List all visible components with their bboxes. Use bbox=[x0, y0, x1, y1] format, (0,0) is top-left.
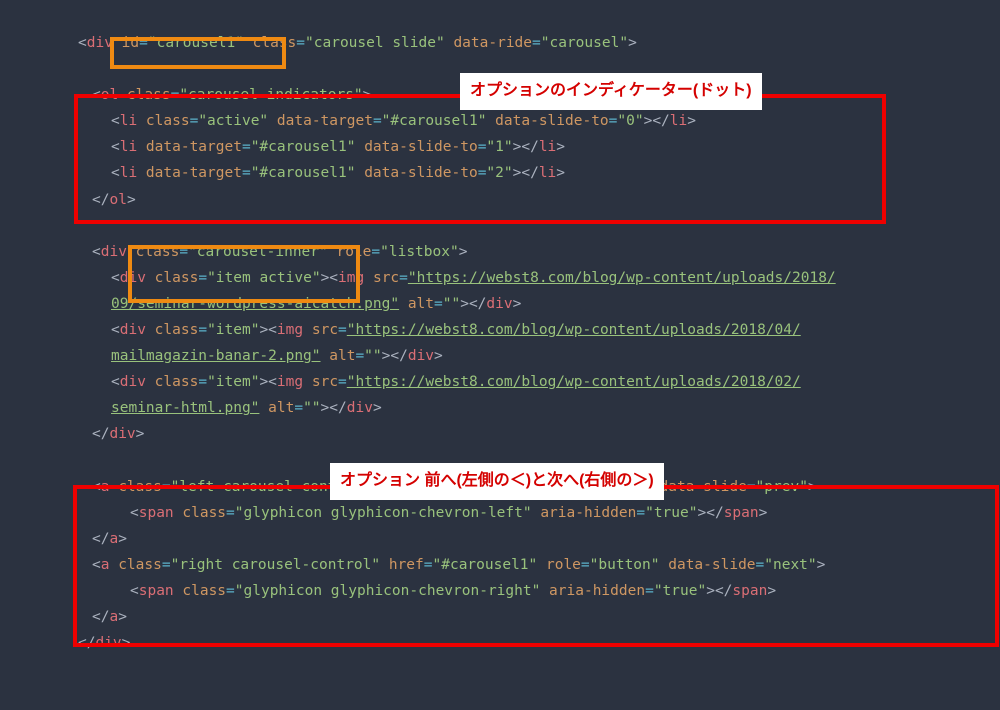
string: "item" bbox=[207, 322, 259, 338]
highlight-box-controls bbox=[73, 485, 999, 647]
punct: < bbox=[111, 322, 120, 338]
string: "item" bbox=[207, 374, 259, 390]
punct: < bbox=[78, 35, 87, 51]
tag-name: div bbox=[347, 400, 373, 416]
punct: > bbox=[434, 348, 443, 364]
annotation-indicators: オプションのインディケーター(ドット) bbox=[460, 73, 762, 110]
string-url: "https://webst8.com/blog/wp-content/uplo… bbox=[408, 270, 836, 286]
attr-name: src bbox=[364, 270, 399, 286]
tag-name: div bbox=[109, 426, 135, 442]
punct: > bbox=[373, 400, 382, 416]
punct: > bbox=[628, 35, 637, 51]
operator: = bbox=[198, 322, 207, 338]
operator: = bbox=[296, 35, 305, 51]
tag-name: img bbox=[277, 322, 303, 338]
attr-name: class bbox=[146, 322, 198, 338]
punct: < bbox=[92, 244, 101, 260]
string: "carousel" bbox=[541, 35, 628, 51]
string-url: seminar-html.png" bbox=[111, 400, 259, 416]
attr-name: alt bbox=[259, 400, 294, 416]
punct: > bbox=[136, 426, 145, 442]
string-url: mailmagazin-banar-2.png" bbox=[111, 348, 321, 364]
operator: = bbox=[371, 244, 380, 260]
attr-name: data-ride bbox=[445, 35, 532, 51]
punct: ></ bbox=[460, 296, 486, 312]
punct: ></ bbox=[321, 400, 347, 416]
operator: = bbox=[399, 270, 408, 286]
punct: > bbox=[459, 244, 468, 260]
operator: = bbox=[355, 348, 364, 364]
code-editor: オプションのインディケーター(ドット) オプション 前へ(左側の＜)と次へ(右側… bbox=[0, 0, 1000, 710]
operator: = bbox=[294, 400, 303, 416]
tag-name: div bbox=[101, 244, 127, 260]
operator: = bbox=[434, 296, 443, 312]
string: "" bbox=[443, 296, 460, 312]
code-line: </div> bbox=[0, 421, 1000, 447]
string-url: "https://webst8.com/blog/wp-content/uplo… bbox=[347, 374, 801, 390]
highlight-box-id bbox=[110, 37, 286, 69]
operator: = bbox=[532, 35, 541, 51]
tag-name: div bbox=[408, 348, 434, 364]
punct: >< bbox=[259, 374, 276, 390]
punct: ></ bbox=[382, 348, 408, 364]
punct: > bbox=[513, 296, 522, 312]
punct: </ bbox=[92, 426, 109, 442]
annotation-controls: オプション 前へ(左側の＜)と次へ(右側の＞) bbox=[330, 463, 664, 500]
tag-name: div bbox=[486, 296, 512, 312]
attr-name: src bbox=[303, 374, 338, 390]
attr-name: alt bbox=[399, 296, 434, 312]
tag-name: div bbox=[120, 374, 146, 390]
operator: = bbox=[338, 322, 347, 338]
attr-name: src bbox=[303, 322, 338, 338]
code-line: mailmagazin-banar-2.png" alt=""></div> bbox=[0, 343, 1000, 369]
punct: < bbox=[111, 270, 120, 286]
punct: >< bbox=[259, 322, 276, 338]
string: "listbox" bbox=[380, 244, 459, 260]
code-line: <div class="item"><img src="https://webs… bbox=[0, 369, 1000, 395]
highlight-box-class bbox=[128, 245, 360, 303]
operator: = bbox=[198, 374, 207, 390]
attr-name: class bbox=[146, 374, 198, 390]
code-line: <div class="item"><img src="https://webs… bbox=[0, 317, 1000, 343]
string: "" bbox=[364, 348, 381, 364]
string: "" bbox=[303, 400, 320, 416]
highlight-box-indicators bbox=[74, 94, 886, 224]
tag-name: div bbox=[87, 35, 113, 51]
punct: < bbox=[111, 374, 120, 390]
attr-name: alt bbox=[321, 348, 356, 364]
code-line: seminar-html.png" alt=""></div> bbox=[0, 395, 1000, 421]
string-url: "https://webst8.com/blog/wp-content/uplo… bbox=[347, 322, 801, 338]
string: "carousel slide" bbox=[305, 35, 445, 51]
tag-name: div bbox=[120, 322, 146, 338]
operator: = bbox=[338, 374, 347, 390]
tag-name: img bbox=[277, 374, 303, 390]
